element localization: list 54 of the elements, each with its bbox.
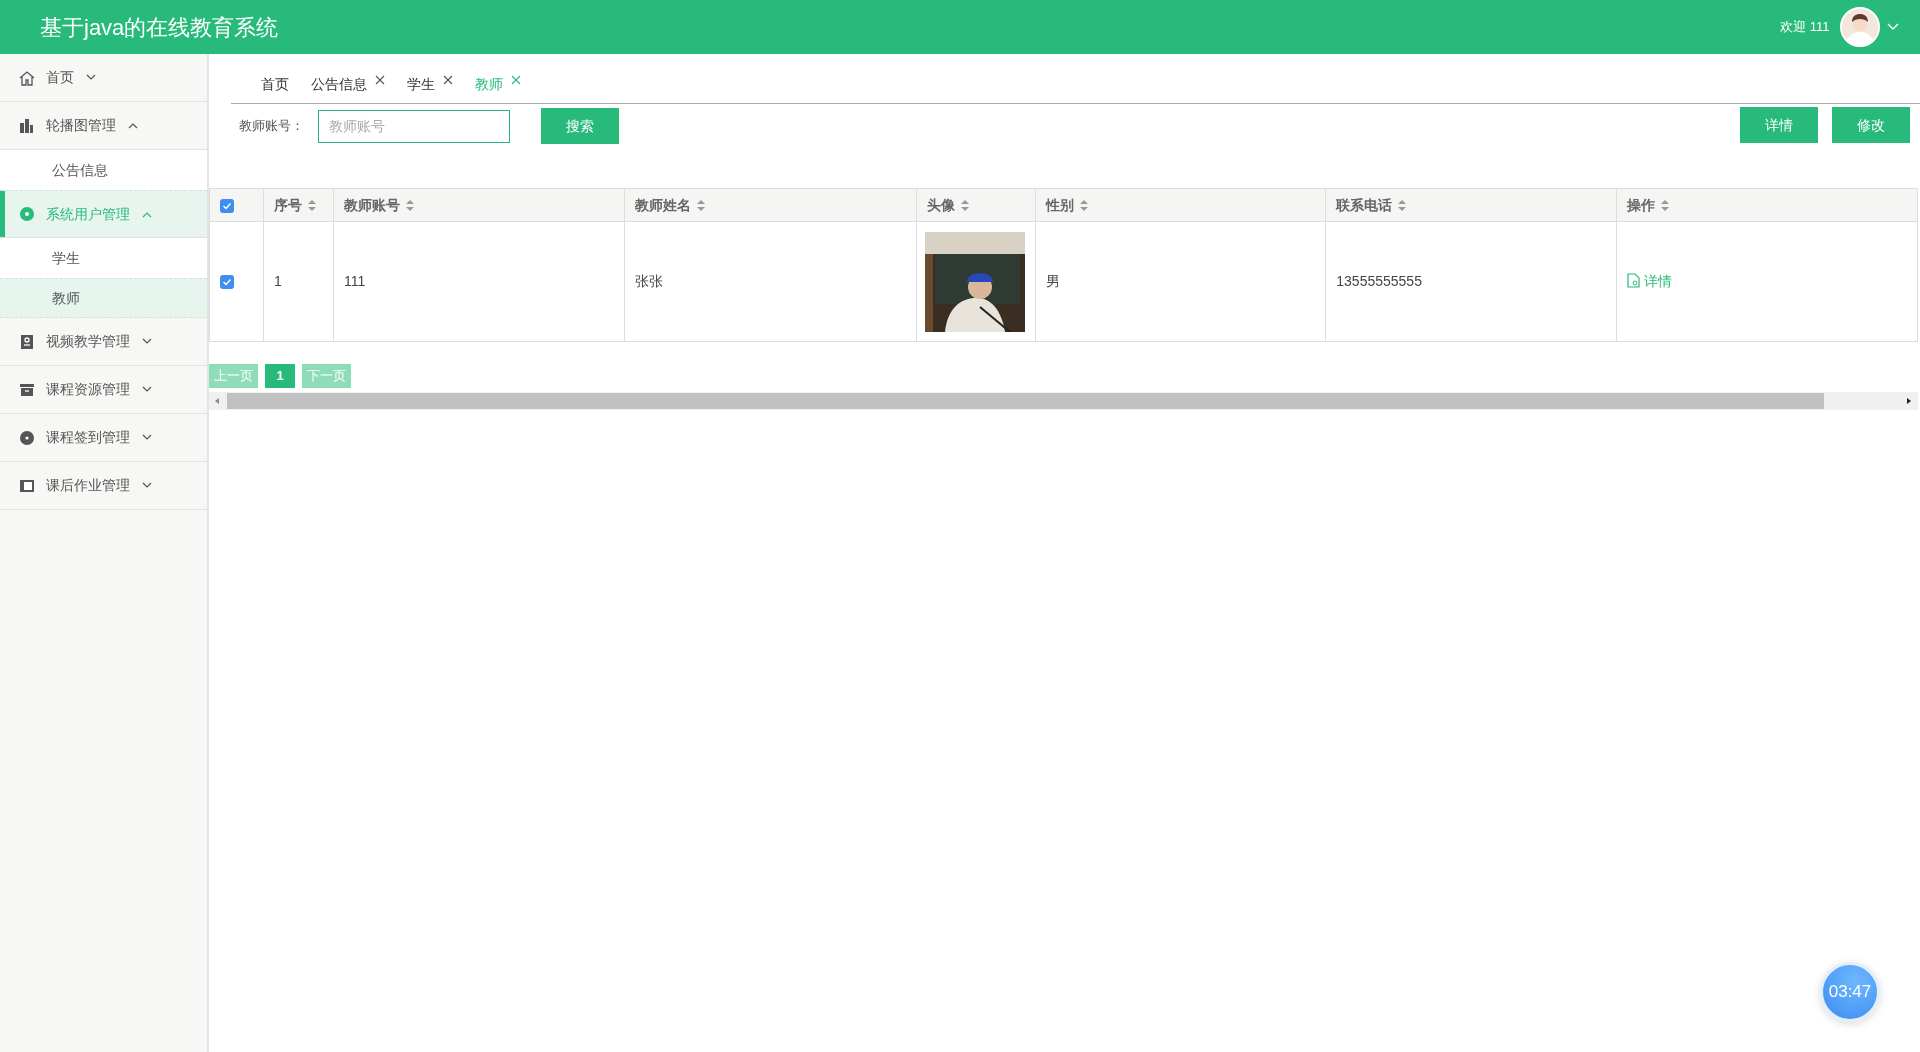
column-header[interactable]: 教师账号 <box>343 196 400 213</box>
tab[interactable]: 公告信息 <box>311 74 385 103</box>
search-label: 教师账号： <box>239 117 304 135</box>
column-header[interactable]: 性别 <box>1045 196 1074 213</box>
table-cell: 1 <box>274 273 282 289</box>
chevron-down-icon <box>142 434 152 441</box>
sort-icon[interactable] <box>1398 200 1407 212</box>
bar-chart-icon <box>18 116 36 135</box>
sort-icon[interactable] <box>308 200 316 212</box>
sort-icon[interactable] <box>960 200 969 212</box>
sidebar-item[interactable]: 首页 <box>0 54 207 102</box>
row-checkbox[interactable] <box>220 275 234 290</box>
scroll-thumb[interactable] <box>227 392 1824 409</box>
horizontal-scrollbar[interactable] <box>209 391 1918 410</box>
sidebar-subitem[interactable]: 教师 <box>0 278 207 318</box>
sidebar-subitem[interactable]: 公告信息 <box>0 150 207 190</box>
column-header[interactable]: 序号 <box>274 196 302 213</box>
sidebar-subitem[interactable]: 学生 <box>0 238 207 278</box>
chevron-up-icon <box>142 210 152 218</box>
disc-icon <box>18 428 36 447</box>
select-all-checkbox[interactable] <box>220 198 234 213</box>
document-icon <box>1627 273 1641 288</box>
tab[interactable]: 学生 <box>407 74 453 103</box>
sort-icon[interactable] <box>696 200 705 212</box>
table-cell: 男 <box>1045 273 1060 289</box>
column-header[interactable]: 操作 <box>1627 196 1656 213</box>
table-cell: 13555555555 <box>1336 273 1422 289</box>
close-icon[interactable] <box>375 75 385 86</box>
chevron-down-icon <box>86 74 96 81</box>
sort-icon[interactable] <box>1079 200 1088 212</box>
caret-icon[interactable] <box>1887 23 1899 31</box>
sort-icon[interactable] <box>1661 200 1670 212</box>
column-header[interactable]: 教师姓名 <box>634 196 691 213</box>
welcome-text: 欢迎 111 <box>1780 18 1830 37</box>
sidebar-item[interactable]: 课后作业管理 <box>0 462 207 510</box>
circle-icon <box>18 205 36 223</box>
chevron-down-icon <box>142 386 152 393</box>
avatar-icon[interactable] <box>1840 7 1880 47</box>
table-cell: 张张 <box>634 273 663 289</box>
sidebar-item[interactable]: 课程资源管理 <box>0 366 207 414</box>
column-header[interactable]: 联系电话 <box>1336 196 1393 213</box>
chevron-up-icon <box>128 122 138 129</box>
chevron-down-icon <box>142 482 152 489</box>
tab[interactable]: 首页 <box>261 74 289 103</box>
chevron-down-icon <box>142 338 152 345</box>
app-title: 基于java的在线教育系统 <box>40 13 279 42</box>
table-cell: 111 <box>343 273 366 289</box>
column-header[interactable]: 头像 <box>926 196 955 213</box>
contact-card-icon <box>18 332 36 351</box>
search-field[interactable]: 教师账号 <box>318 109 510 143</box>
sidebar-item[interactable]: 视频教学管理 <box>0 318 207 366</box>
sort-icon[interactable] <box>405 200 414 212</box>
close-icon[interactable] <box>443 75 453 86</box>
sidebar-item[interactable]: 课程签到管理 <box>0 414 207 462</box>
